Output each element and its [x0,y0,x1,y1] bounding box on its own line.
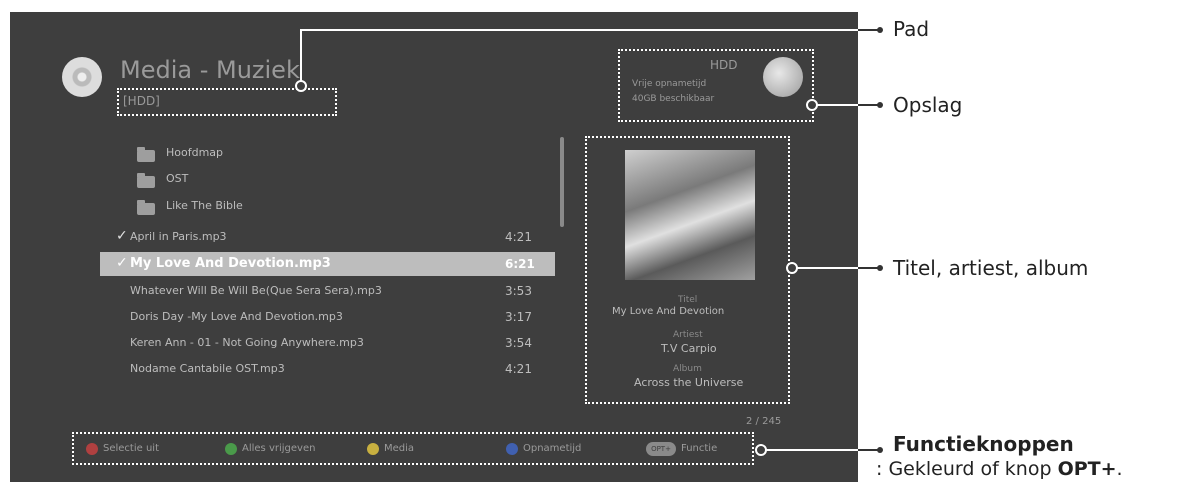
info-artist-label: Artiest [673,330,703,340]
info-artist-value: T.V Carpio [661,342,717,355]
blue-button-icon[interactable] [506,443,518,455]
storage-anchor [806,99,818,111]
function-label[interactable]: Opnametijd [523,443,581,454]
track-duration: 3:53 [505,284,532,298]
info-title-label: Titel [678,295,698,305]
info-anchor [786,262,798,274]
list-item[interactable]: Whatever Will Be Will Be(Que Sera Sera).… [130,284,382,297]
info-connector [793,267,858,269]
track-duration: 4:21 [505,230,532,244]
music-disc-icon [62,57,102,97]
path-anchor [295,80,307,92]
folder-icon [137,147,155,162]
page-counter: 2 / 245 [746,416,782,427]
folder-icon [137,200,155,215]
path-highlight [117,88,337,116]
function-anchor [755,444,767,456]
opt-key-icon[interactable]: OPT+ [646,442,676,456]
tv-screen: Media - Muziek [HDD] HDD Vrije opnametij… [10,12,858,482]
track-duration: 6:21 [505,257,535,271]
info-title-value: My Love And Devotion [612,306,725,317]
callout-storage: Opslag [893,93,963,117]
check-icon: ✓ [116,255,128,271]
path-connector [300,29,858,31]
callout-functions-prefix: : Gekleurd of knop [876,458,1058,480]
list-item-selected[interactable]: My Love And Devotion.mp3 [130,256,331,271]
callout-functions-sub: : Gekleurd of knop OPT+. [876,458,1123,480]
folder-icon [137,173,155,188]
track-duration: 4:21 [505,362,532,376]
page-title: Media - Muziek [120,56,300,84]
storage-highlight [618,49,814,122]
list-item[interactable]: Keren Ann - 01 - Not Going Anywhere.mp3 [130,336,364,349]
callout-functions-title: Functieknoppen [893,432,1074,456]
function-callout-dot [877,447,883,453]
storage-connector [812,104,858,106]
yellow-button-icon[interactable] [367,443,379,455]
check-icon: ✓ [116,228,128,244]
track-duration: 3:54 [505,336,532,350]
function-connector [763,449,858,451]
album-art [625,150,755,280]
function-label[interactable]: Functie [681,443,717,454]
red-button-icon[interactable] [86,443,98,455]
list-item[interactable]: April in Paris.mp3 [130,230,227,243]
green-button-icon[interactable] [225,443,237,455]
list-item[interactable]: Nodame Cantabile OST.mp3 [130,362,285,375]
list-item[interactable]: OST [166,172,188,185]
list-item[interactable]: Doris Day -My Love And Devotion.mp3 [130,310,343,323]
list-item[interactable]: Like The Bible [166,199,243,212]
info-album-value: Across the Universe [634,376,744,389]
function-label[interactable]: Selectie uit [103,443,159,454]
callout-functions-suffix: . [1116,458,1123,480]
function-label[interactable]: Media [384,443,414,454]
list-scrollbar[interactable] [560,137,564,227]
function-label[interactable]: Alles vrijgeven [242,443,315,454]
callout-info: Titel, artiest, album [893,256,1089,280]
path-connector [300,29,302,87]
path-callout-dot [877,27,883,33]
info-callout-dot [877,265,883,271]
callout-path: Pad [893,17,930,41]
track-duration: 3:17 [505,310,532,324]
callout-functions-key: OPT+ [1057,458,1117,480]
storage-callout-dot [877,102,883,108]
info-album-label: Album [673,364,702,374]
list-item[interactable]: Hoofdmap [166,146,223,159]
